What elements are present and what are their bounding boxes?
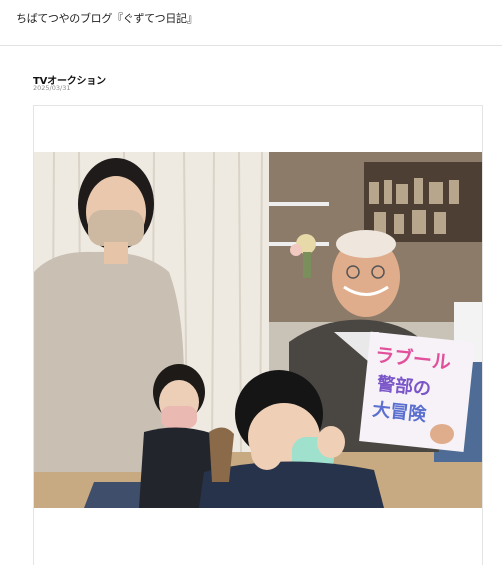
entry-photo[interactable]: ラブール 警部の 大冒険: [34, 152, 482, 508]
site-header: ちばてつやのブログ『ぐずてつ日記』: [0, 0, 502, 46]
entry-date: 2025/03/31: [33, 84, 71, 92]
blog-title-link[interactable]: ちばてつやのブログ『ぐずてつ日記』: [16, 10, 198, 26]
